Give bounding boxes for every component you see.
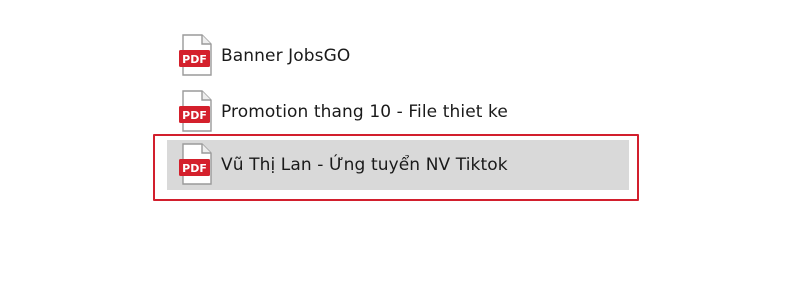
file-item-banner-jobsgo[interactable]: PDF Banner JobsGO (167, 31, 629, 81)
pdf-badge-text: PDF (182, 53, 207, 66)
file-item-promotion-thang-10[interactable]: PDF Promotion thang 10 - File thiet ke (167, 87, 629, 137)
pdf-file-icon: PDF (179, 90, 212, 132)
selection-highlight-outline (153, 134, 639, 201)
file-list: PDF Banner JobsGO PDF Promotion thang 10… (0, 0, 800, 286)
file-name: Promotion thang 10 - File thiet ke (221, 102, 508, 122)
file-name: Banner JobsGO (221, 46, 351, 66)
pdf-file-icon: PDF (179, 34, 212, 76)
pdf-badge-text: PDF (182, 109, 207, 122)
